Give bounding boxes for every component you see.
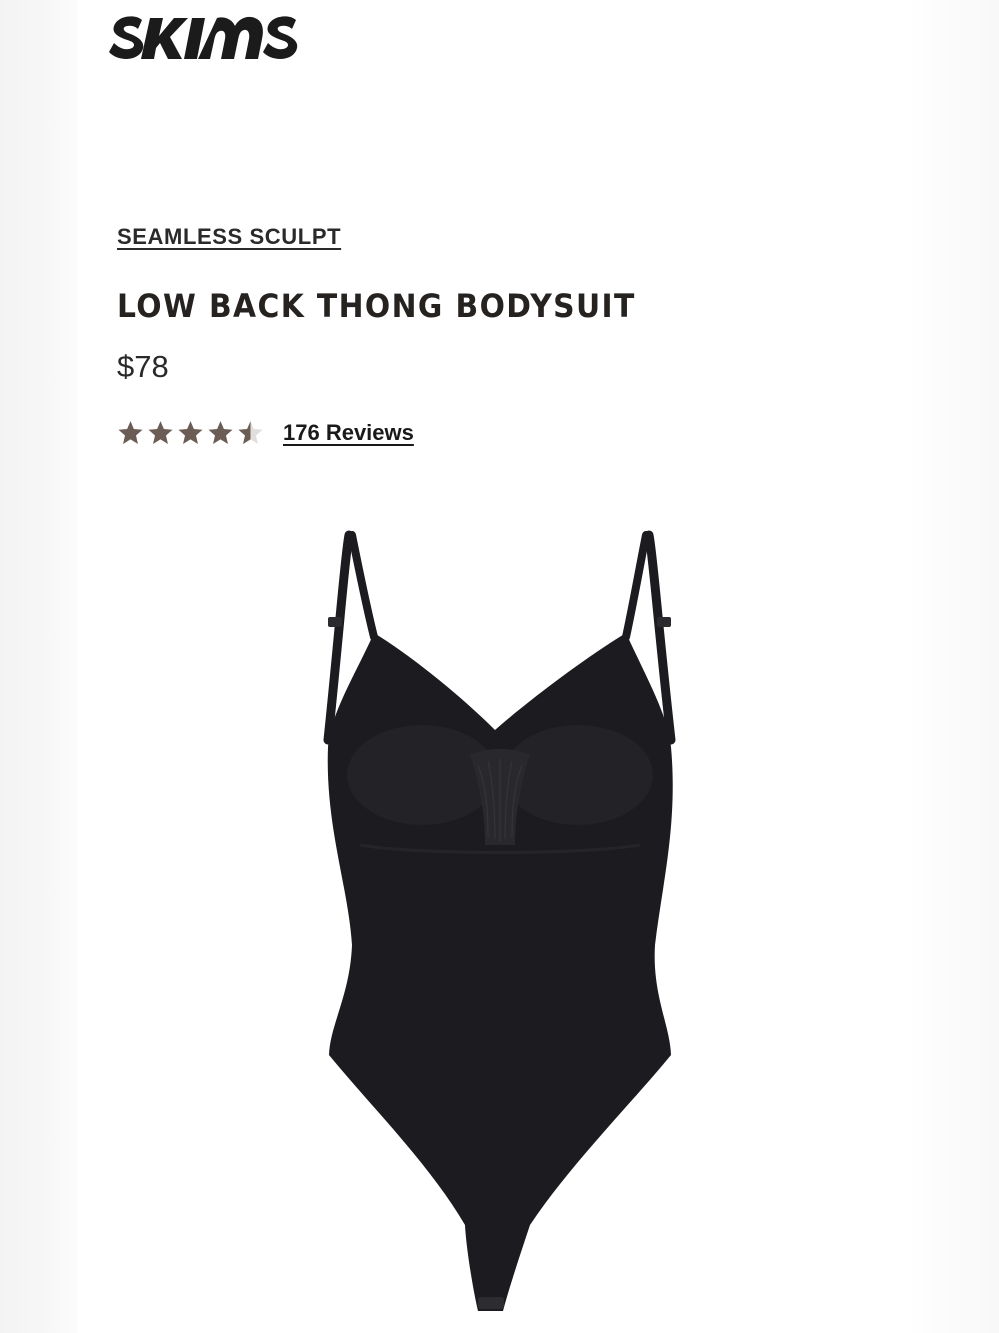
rating-summary: 176 Reviews xyxy=(116,418,414,448)
star-icon xyxy=(208,421,233,444)
collection-link[interactable]: SEAMLESS SCULPT xyxy=(117,224,341,250)
star-icon xyxy=(178,421,203,444)
product-title: LOW BACK THONG BODYSUIT xyxy=(117,287,636,325)
half-star-icon xyxy=(238,421,263,444)
star-icon xyxy=(118,421,143,444)
reviews-link[interactable]: 176 Reviews xyxy=(283,420,414,446)
star-rating xyxy=(116,419,266,447)
product-price: $78 xyxy=(117,349,169,384)
page-shadow-left xyxy=(0,0,78,1333)
star-icon xyxy=(148,421,173,444)
brand-logo[interactable] xyxy=(108,12,302,64)
product-image[interactable] xyxy=(300,525,700,1325)
page-shadow-right xyxy=(909,0,999,1333)
